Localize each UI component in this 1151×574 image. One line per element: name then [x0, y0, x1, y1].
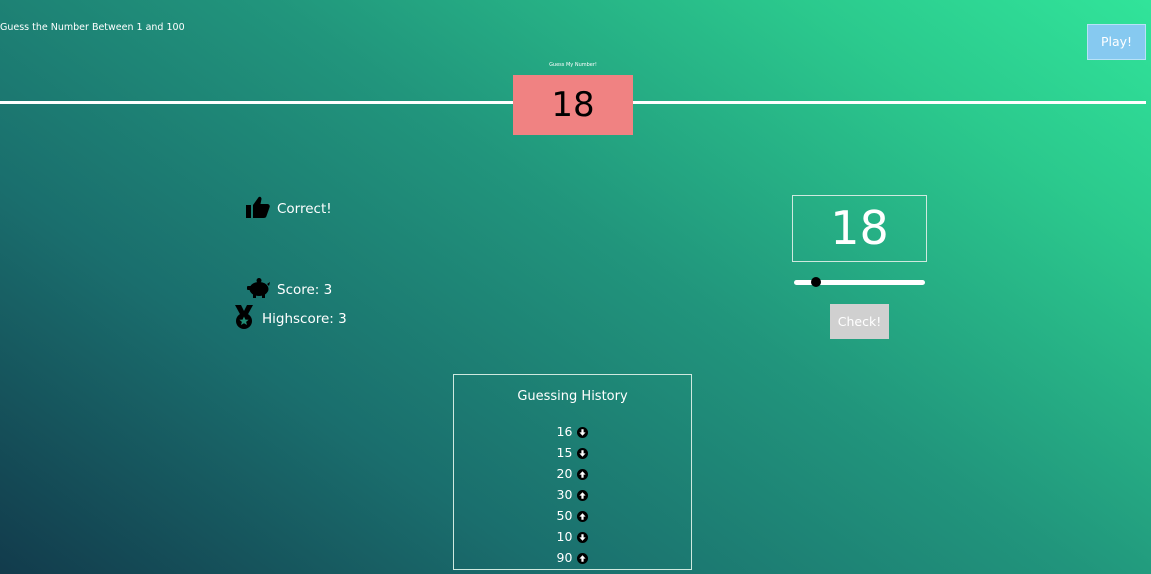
history-item-value: 10 — [556, 529, 573, 544]
history-item-value: 15 — [556, 445, 573, 460]
history-item: 20 — [454, 463, 691, 484]
history-item: 16 — [454, 421, 691, 442]
guessing-history-list: 16 15 20 30 50 10 90 — [454, 421, 691, 568]
piggy-bank-icon — [246, 277, 271, 303]
arrow-up-icon — [577, 510, 589, 522]
secret-number-label: Guess My Number! — [549, 62, 597, 68]
arrow-down-icon — [577, 447, 589, 459]
highscore-display: Highscore: 3 — [232, 304, 347, 334]
check-button[interactable]: Check! — [830, 304, 889, 339]
score-display: Score: 3 — [246, 277, 332, 303]
history-item: 90 — [454, 547, 691, 568]
history-item: 30 — [454, 484, 691, 505]
history-item: 15 — [454, 442, 691, 463]
guess-input[interactable]: 18 — [792, 195, 927, 262]
game-subtitle: Guess the Number Between 1 and 100 — [0, 22, 185, 33]
arrow-up-icon — [577, 468, 589, 480]
guess-slider[interactable] — [794, 277, 925, 287]
medal-icon — [232, 304, 256, 334]
guessing-history-panel: Guessing History 16 15 20 30 50 10 90 — [453, 374, 692, 570]
history-item: 50 — [454, 505, 691, 526]
thumbs-up-icon — [245, 194, 271, 224]
history-item: 10 — [454, 526, 691, 547]
score-text: Score: 3 — [277, 282, 333, 298]
status-message-text: Correct! — [277, 201, 332, 217]
arrow-up-icon — [577, 489, 589, 501]
play-button[interactable]: Play! — [1087, 24, 1146, 60]
highscore-text: Highscore: 3 — [262, 311, 347, 327]
history-item-value: 20 — [556, 466, 573, 481]
arrow-down-icon — [577, 426, 589, 438]
guessing-history-title: Guessing History — [517, 389, 628, 404]
status-message: Correct! — [245, 194, 332, 224]
slider-thumb[interactable] — [811, 277, 822, 287]
history-item-value: 90 — [556, 550, 573, 565]
history-item-value: 30 — [556, 487, 573, 502]
arrow-down-icon — [577, 531, 589, 543]
secret-number-box: 18 — [513, 75, 633, 135]
history-item-value: 16 — [556, 424, 573, 439]
history-item-value: 50 — [556, 508, 573, 523]
arrow-up-icon — [577, 552, 589, 564]
